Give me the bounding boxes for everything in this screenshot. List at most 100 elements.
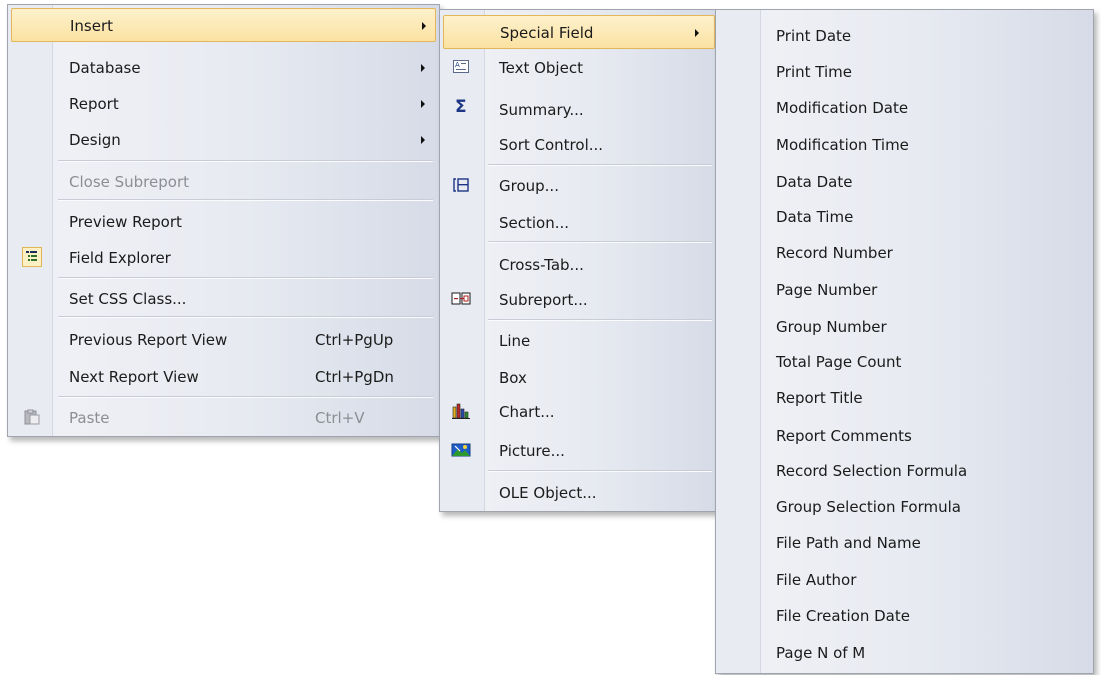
menu-item-design[interactable]: Design bbox=[8, 123, 439, 157]
menu-item-label: Text Object bbox=[499, 59, 583, 77]
special-field-group-number[interactable]: Group Number bbox=[716, 310, 1093, 344]
special-field-print-time[interactable]: Print Time bbox=[716, 55, 1093, 89]
menu-item-text-object[interactable]: A Text Object bbox=[440, 51, 718, 85]
insert-submenu: Special Field A Text Object Σ Summary...… bbox=[439, 9, 719, 512]
menu-item-subreport[interactable]: Subreport... bbox=[440, 283, 718, 317]
menu-item-cross-tab[interactable]: Cross-Tab... bbox=[440, 248, 718, 282]
menu-separator bbox=[58, 199, 433, 201]
special-field-report-title[interactable]: Report Title bbox=[716, 381, 1093, 415]
shortcut-label: Ctrl+PgUp bbox=[315, 331, 394, 349]
special-field-file-author[interactable]: File Author bbox=[716, 563, 1093, 597]
special-field-page-number[interactable]: Page Number bbox=[716, 273, 1093, 307]
menu-item-special-field[interactable]: Special Field bbox=[443, 15, 715, 49]
menu-item-label: Close Subreport bbox=[69, 173, 189, 191]
menu-item-label: Record Selection Formula bbox=[776, 462, 968, 480]
menu-item-label: Line bbox=[499, 332, 531, 350]
menu-item-summary[interactable]: Σ Summary... bbox=[440, 93, 718, 127]
menu-separator bbox=[58, 160, 433, 162]
svg-text:A: A bbox=[455, 61, 460, 69]
special-field-modification-time[interactable]: Modification Time bbox=[716, 128, 1093, 162]
menu-separator bbox=[488, 164, 712, 166]
sigma-icon: Σ bbox=[455, 97, 467, 117]
menu-item-label: Paste bbox=[69, 409, 110, 427]
group-icon bbox=[453, 177, 469, 193]
submenu-arrow-icon bbox=[422, 22, 426, 30]
special-field-record-number[interactable]: Record Number bbox=[716, 236, 1093, 270]
menu-item-group[interactable]: Group... bbox=[440, 169, 718, 203]
menu-item-label: File Creation Date bbox=[776, 607, 910, 625]
menu-item-label: Design bbox=[69, 131, 121, 149]
menu-item-preview-report[interactable]: Preview Report bbox=[8, 205, 439, 239]
submenu-arrow-icon bbox=[695, 29, 699, 37]
special-field-report-comments[interactable]: Report Comments bbox=[716, 419, 1093, 453]
menu-item-label: Page Number bbox=[776, 281, 878, 299]
menu-item-label: Chart... bbox=[499, 403, 555, 421]
menu-separator bbox=[58, 396, 433, 398]
menu-item-insert[interactable]: Insert bbox=[11, 8, 436, 42]
menu-item-next-report-view[interactable]: Next Report View Ctrl+PgDn bbox=[8, 360, 439, 394]
menu-item-close-subreport[interactable]: Close Subreport bbox=[8, 165, 439, 199]
submenu-arrow-icon bbox=[421, 136, 425, 144]
menu-item-report[interactable]: Report bbox=[8, 87, 439, 121]
menu-item-label: Modification Time bbox=[776, 136, 909, 154]
menu-item-label: Modification Date bbox=[776, 99, 909, 117]
text-object-icon: A bbox=[453, 59, 469, 75]
special-field-print-date[interactable]: Print Date bbox=[716, 19, 1093, 53]
special-field-total-page-count[interactable]: Total Page Count bbox=[716, 345, 1093, 379]
menu-item-label: Report bbox=[69, 95, 119, 113]
special-field-record-selection-formula[interactable]: Record Selection Formula bbox=[716, 454, 1093, 488]
menu-item-ole-object[interactable]: OLE Object... bbox=[440, 476, 718, 510]
menu-item-label: Group Selection Formula bbox=[776, 498, 961, 516]
menu-item-label: Data Date bbox=[776, 173, 853, 191]
special-field-submenu: Print Date Print Time Modification Date … bbox=[715, 9, 1094, 674]
menu-item-label: Subreport... bbox=[499, 291, 588, 309]
menu-item-label: Set CSS Class... bbox=[69, 290, 187, 308]
menu-separator bbox=[58, 316, 433, 318]
submenu-arrow-icon bbox=[421, 100, 425, 108]
menu-item-label: Record Number bbox=[776, 244, 893, 262]
menu-item-field-explorer[interactable]: Field Explorer bbox=[8, 241, 439, 275]
submenu-arrow-icon bbox=[421, 64, 425, 72]
menu-item-label: File Author bbox=[776, 571, 857, 589]
menu-item-label: Preview Report bbox=[69, 213, 182, 231]
menu-item-label: Box bbox=[499, 369, 527, 387]
subreport-icon bbox=[451, 291, 471, 307]
special-field-page-n-of-m[interactable]: Page N of M bbox=[716, 636, 1093, 670]
menu-item-label: Next Report View bbox=[69, 368, 199, 386]
menu-item-label: Section... bbox=[499, 214, 570, 232]
menu-separator bbox=[58, 277, 433, 279]
menu-item-label: Print Time bbox=[776, 63, 852, 81]
special-field-data-time[interactable]: Data Time bbox=[716, 200, 1093, 234]
menu-item-box[interactable]: Box bbox=[440, 361, 718, 395]
menu-item-label: Data Time bbox=[776, 208, 854, 226]
menu-item-label: Cross-Tab... bbox=[499, 256, 584, 274]
menu-item-label: Report Title bbox=[776, 389, 863, 407]
picture-icon bbox=[451, 442, 471, 458]
menu-item-label: Page N of M bbox=[776, 644, 866, 662]
special-field-group-selection-formula[interactable]: Group Selection Formula bbox=[716, 490, 1093, 524]
menu-item-paste[interactable]: Paste Ctrl+V bbox=[8, 401, 439, 435]
menu-item-label: Group Number bbox=[776, 318, 887, 336]
menu-item-label: Special Field bbox=[500, 24, 594, 42]
chart-icon bbox=[452, 403, 470, 419]
menu-item-label: Group... bbox=[499, 177, 559, 195]
special-field-file-creation-date[interactable]: File Creation Date bbox=[716, 599, 1093, 633]
menu-item-database[interactable]: Database bbox=[8, 51, 439, 85]
menu-separator bbox=[488, 470, 712, 472]
special-field-data-date[interactable]: Data Date bbox=[716, 165, 1093, 199]
menu-item-picture[interactable]: Picture... bbox=[440, 434, 718, 468]
menu-item-previous-report-view[interactable]: Previous Report View Ctrl+PgUp bbox=[8, 323, 439, 357]
menu-item-chart[interactable]: Chart... bbox=[440, 395, 718, 429]
menu-item-section[interactable]: Section... bbox=[440, 206, 718, 240]
menu-separator bbox=[488, 241, 712, 243]
menu-item-line[interactable]: Line bbox=[440, 324, 718, 358]
menu-item-set-css-class[interactable]: Set CSS Class... bbox=[8, 282, 439, 316]
menu-item-sort-control[interactable]: Sort Control... bbox=[440, 128, 718, 162]
special-field-file-path-and-name[interactable]: File Path and Name bbox=[716, 526, 1093, 560]
menu-item-label: Summary... bbox=[499, 101, 584, 119]
shortcut-label: Ctrl+PgDn bbox=[315, 368, 394, 386]
menu-item-label: Total Page Count bbox=[776, 353, 902, 371]
paste-icon bbox=[24, 409, 40, 425]
menu-item-label: Print Date bbox=[776, 27, 852, 45]
special-field-modification-date[interactable]: Modification Date bbox=[716, 91, 1093, 125]
